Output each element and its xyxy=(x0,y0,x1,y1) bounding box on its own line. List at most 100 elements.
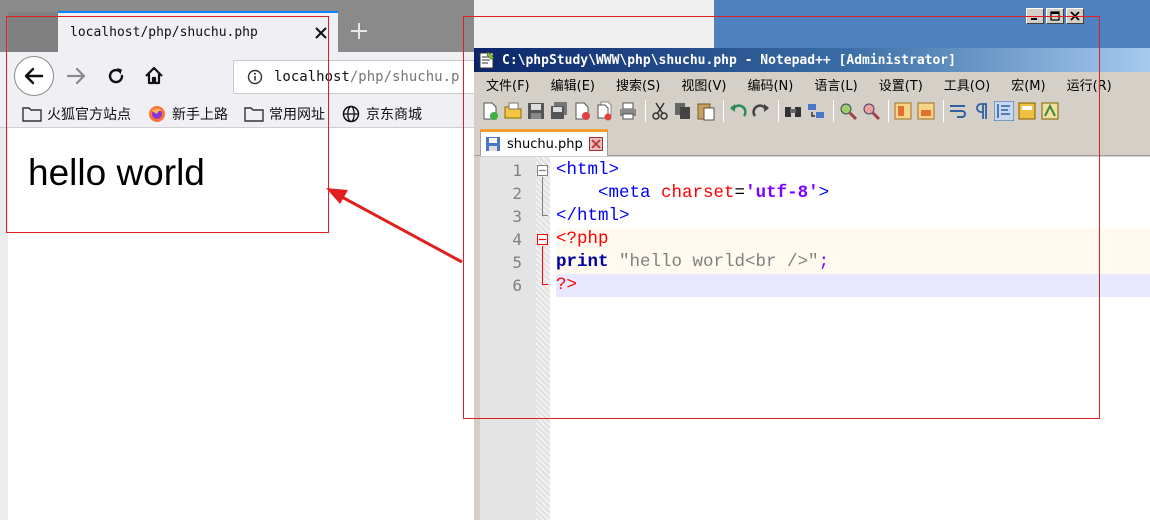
bookmark-label: 新手上路 xyxy=(172,106,228,123)
indent-guide-icon[interactable] xyxy=(994,101,1014,121)
browser-page-content: hello world xyxy=(0,128,474,520)
php-close-tag: ?> xyxy=(556,275,578,295)
new-tab-icon[interactable] xyxy=(346,18,372,44)
fold-collapse-icon[interactable] xyxy=(537,234,548,245)
print-keyword: print xyxy=(556,252,609,272)
globe-icon xyxy=(341,105,361,123)
info-icon[interactable] xyxy=(246,68,264,86)
semicolon: ; xyxy=(818,252,830,272)
fold-guide-line xyxy=(542,246,543,284)
line-number: 4 xyxy=(512,230,522,249)
forward-arrow-icon[interactable] xyxy=(58,58,94,94)
html-open-tag: <html> xyxy=(556,160,620,180)
print-icon[interactable] xyxy=(618,101,638,121)
menu-file[interactable]: 文件(F) xyxy=(486,75,530,94)
browser-tab-title: localhost/php/shuchu.php xyxy=(70,25,258,40)
saved-file-icon xyxy=(486,137,500,151)
toolbar-separator xyxy=(833,100,834,122)
bookmark-label: 常用网址 xyxy=(269,106,325,123)
close-tab-icon[interactable] xyxy=(310,22,332,44)
bookmark-item[interactable]: 新手上路 xyxy=(147,104,228,124)
fold-collapse-icon[interactable] xyxy=(537,165,548,176)
redo-icon[interactable] xyxy=(751,101,771,121)
sync-horizontal-icon[interactable] xyxy=(916,101,936,121)
replace-icon[interactable] xyxy=(806,101,826,121)
close-file-icon[interactable] xyxy=(572,101,592,121)
firefox-icon xyxy=(147,105,167,123)
current-line-highlight xyxy=(556,274,1150,297)
close-tab-icon[interactable] xyxy=(589,137,603,151)
line-number: 3 xyxy=(512,207,522,226)
toolbar-separator xyxy=(778,100,779,122)
bookmark-item[interactable]: 京东商城 xyxy=(341,104,422,124)
html-close-tag: </html> xyxy=(556,206,630,226)
fold-guide-end xyxy=(542,284,548,285)
url-host: localhost xyxy=(274,69,350,85)
menu-view[interactable]: 视图(V) xyxy=(681,75,726,94)
code-line-5: print "hello world<br />"; xyxy=(556,251,829,274)
menu-run[interactable]: 运行(R) xyxy=(1067,75,1112,94)
menu-language[interactable]: 语言(L) xyxy=(814,75,857,94)
line-number: 2 xyxy=(512,184,522,203)
sync-vertical-icon[interactable] xyxy=(893,101,913,121)
bookmark-item[interactable]: 火狐官方站点 xyxy=(22,104,131,124)
back-arrow-icon[interactable] xyxy=(14,56,54,96)
function-list-icon[interactable] xyxy=(1040,101,1060,121)
code-line-3: </html> xyxy=(556,205,630,228)
bookmark-label: 火狐官方站点 xyxy=(47,106,131,123)
cut-icon[interactable] xyxy=(650,101,670,121)
meta-close: > xyxy=(818,183,830,203)
close-all-icon[interactable] xyxy=(595,101,615,121)
toolbar-separator xyxy=(888,100,889,122)
document-tab[interactable]: shuchu.php xyxy=(480,129,608,156)
browser-tab-active[interactable]: localhost/php/shuchu.php xyxy=(58,11,338,52)
url-path: /php/shuchu.p xyxy=(349,69,460,85)
new-file-icon[interactable] xyxy=(480,101,500,121)
attr-equals: = xyxy=(734,183,746,203)
open-file-icon[interactable] xyxy=(503,101,523,121)
minimize-icon[interactable] xyxy=(1026,8,1044,24)
menu-tools[interactable]: 工具(O) xyxy=(944,75,990,94)
home-icon[interactable] xyxy=(136,58,172,94)
undo-icon[interactable] xyxy=(728,101,748,121)
code-editor[interactable]: 1 2 3 4 5 6 <html> <meta charset='utf-8'… xyxy=(480,157,1150,520)
menu-search[interactable]: 搜索(S) xyxy=(616,75,660,94)
maximize-icon[interactable] xyxy=(1046,8,1064,24)
menu-macro[interactable]: 宏(M) xyxy=(1011,75,1045,94)
copy-icon[interactable] xyxy=(673,101,693,121)
code-line-6: ?> xyxy=(556,274,577,297)
fold-guide-end xyxy=(542,215,548,216)
word-wrap-icon[interactable] xyxy=(948,101,968,121)
firefox-tab-strip: localhost/php/shuchu.php xyxy=(0,0,474,52)
save-icon[interactable] xyxy=(526,101,546,121)
url-text: localhost/php/shuchu.p xyxy=(274,69,459,85)
reload-icon[interactable] xyxy=(98,58,134,94)
folder-icon xyxy=(244,105,264,123)
url-bar[interactable]: localhost/php/shuchu.p xyxy=(233,60,474,94)
code-line-4: <?php xyxy=(556,228,609,251)
zoom-out-icon[interactable] xyxy=(861,101,881,121)
fold-margin xyxy=(536,157,550,520)
string-literal: "hello world<br />" xyxy=(608,252,819,272)
document-tab-bar: shuchu.php xyxy=(474,126,1150,156)
menu-settings[interactable]: 设置(T) xyxy=(879,75,923,94)
window-backdrop xyxy=(474,0,1150,48)
inactive-tab-area[interactable] xyxy=(8,12,58,52)
find-icon[interactable] xyxy=(783,101,803,121)
page-output-text: hello world xyxy=(28,152,205,193)
menu-edit[interactable]: 编辑(E) xyxy=(551,75,595,94)
menu-encoding[interactable]: 编码(N) xyxy=(747,75,793,94)
title-bar[interactable]: C:\phpStudy\WWW\php\shuchu.php - Notepad… xyxy=(474,48,1150,72)
save-all-icon[interactable] xyxy=(549,101,569,121)
show-all-chars-icon[interactable] xyxy=(971,101,991,121)
notepadpp-app-icon xyxy=(479,51,495,69)
close-icon[interactable] xyxy=(1066,8,1084,24)
doc-map-icon[interactable] xyxy=(1017,101,1037,121)
bookmark-item[interactable]: 常用网址 xyxy=(244,104,325,124)
navigation-toolbar: localhost/php/shuchu.p xyxy=(0,52,474,100)
meta-open: <meta xyxy=(598,183,662,203)
line-number: 5 xyxy=(512,253,522,272)
bookmarks-toolbar: 火狐官方站点 新手上路 常用网址 京东商城 xyxy=(0,100,474,128)
paste-icon[interactable] xyxy=(696,101,716,121)
zoom-in-icon[interactable] xyxy=(838,101,858,121)
